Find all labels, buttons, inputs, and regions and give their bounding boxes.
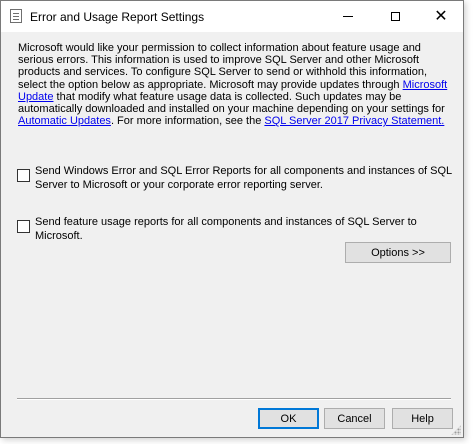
close-icon: ✕: [434, 7, 448, 25]
maximize-button[interactable]: [372, 1, 418, 32]
document-icon: [10, 9, 22, 23]
minimize-icon: [343, 16, 353, 17]
error-reports-checkbox[interactable]: [17, 169, 30, 182]
options-button[interactable]: Options >>: [345, 242, 451, 263]
cancel-button[interactable]: Cancel: [324, 408, 385, 429]
footer-separator: [17, 398, 451, 400]
minimize-button[interactable]: [325, 1, 371, 32]
close-button[interactable]: ✕: [418, 1, 464, 32]
description-part-3: . For more information, see the: [110, 115, 265, 128]
usage-reports-checkbox[interactable]: [17, 220, 30, 233]
description-part-2: that modify what feature usage data is c…: [18, 90, 445, 116]
privacy-statement-link[interactable]: SQL Server 2017 Privacy Statement.: [264, 115, 444, 127]
error-reports-option[interactable]: Send Windows Error and SQL Error Reports…: [17, 165, 455, 192]
dialog-window: Error and Usage Report Settings ✕ Micros…: [0, 0, 464, 438]
automatic-updates-link[interactable]: Automatic Updates: [18, 115, 111, 127]
window-title: Error and Usage Report Settings: [30, 10, 205, 24]
help-button[interactable]: Help: [392, 408, 453, 429]
usage-reports-option[interactable]: Send feature usage reports for all compo…: [17, 216, 455, 243]
error-reports-label[interactable]: Send Windows Error and SQL Error Reports…: [35, 165, 455, 192]
description-part-1: Microsoft would like your permission to …: [18, 42, 428, 91]
maximize-icon: [390, 12, 400, 21]
usage-reports-label[interactable]: Send feature usage reports for all compo…: [35, 216, 455, 243]
ok-button[interactable]: OK: [258, 408, 319, 429]
description-text: Microsoft would like your permission to …: [18, 42, 454, 127]
title-bar[interactable]: Error and Usage Report Settings ✕: [1, 1, 463, 32]
